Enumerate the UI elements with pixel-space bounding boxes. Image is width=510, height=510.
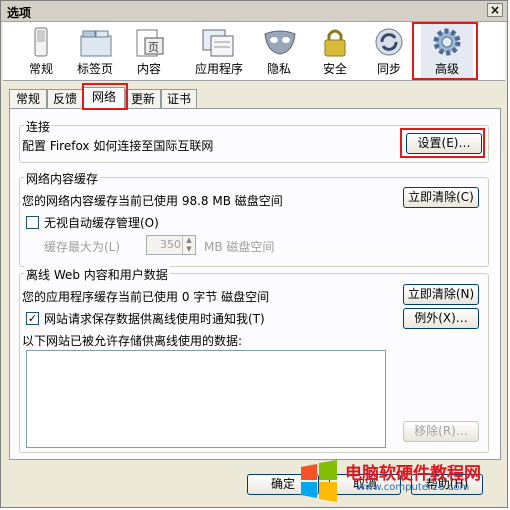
tab-general[interactable]: 常规 xyxy=(9,89,47,109)
cache-title: 网络内容缓存 xyxy=(24,170,101,187)
offline-sites-list[interactable] xyxy=(26,350,386,448)
network-panel: 连接 配置 Firefox 如何连接至国际互联网 设置(E)… 网络内容缓存 您… xyxy=(9,108,501,460)
title-bar: 选项 × xyxy=(1,1,507,22)
connection-desc: 配置 Firefox 如何连接至国际互联网 xyxy=(22,139,214,153)
override-cache-label: 无视自动缓存管理(O) xyxy=(44,216,159,230)
switch-icon xyxy=(34,27,48,57)
preferences-toolbar: 常规 标签页 页 内容 应用程序 隐私 安全 同步 高级 xyxy=(3,22,505,81)
offline-list-label: 以下网站已被允许存储供离线使用的数据: xyxy=(22,334,243,348)
svg-text:页: 页 xyxy=(148,41,159,54)
watermark-title: 电脑软硬件教程网 xyxy=(345,464,481,484)
cache-limit-unit: MB 磁盘空间 xyxy=(204,240,275,254)
toolbar-privacy-label: 隐私 xyxy=(266,62,291,76)
toolbar-security-label: 安全 xyxy=(322,62,347,76)
override-cache-checkbox[interactable] xyxy=(26,216,39,229)
highlight-advanced xyxy=(412,22,478,80)
offline-group: 离线 Web 内容和用户数据 您的应用程序缓存当前已使用 0 字节 磁盘空间 立… xyxy=(19,266,489,453)
cache-clear-button[interactable]: 立即清除(C) xyxy=(403,187,479,208)
mask-icon xyxy=(264,30,296,55)
cache-usage: 您的网络内容缓存当前已使用 98.8 MB 磁盘空间 xyxy=(22,194,283,208)
toolbar-privacy[interactable]: 隐私 xyxy=(253,22,305,80)
toolbar-content[interactable]: 页 内容 xyxy=(123,22,175,80)
watermark: 电脑软硬件教程网 www.computer26.com xyxy=(297,457,507,505)
toolbar-general[interactable]: 常规 xyxy=(15,22,67,80)
toolbar-security[interactable]: 安全 xyxy=(309,22,361,80)
offline-title: 离线 Web 内容和用户数据 xyxy=(24,266,170,283)
offline-clear-button[interactable]: 立即清除(N) xyxy=(403,284,479,305)
cache-limit-label: 缓存最大为(L) xyxy=(44,240,121,254)
lock-icon xyxy=(324,29,346,57)
tab-certificates[interactable]: 证书 xyxy=(161,89,197,109)
toolbar-tabs-label: 标签页 xyxy=(76,62,113,76)
tab-update[interactable]: 更新 xyxy=(125,89,161,109)
watermark-url: www.computer26.com xyxy=(357,482,470,493)
tabs-icon xyxy=(80,30,112,57)
cache-limit-spinner[interactable]: 350 ▲ ▼ xyxy=(146,235,196,255)
toolbar-content-label: 内容 xyxy=(136,62,161,76)
toolbar-tabs[interactable]: 标签页 xyxy=(69,22,121,80)
tab-feedback[interactable]: 反馈 xyxy=(47,89,83,109)
highlight-settings xyxy=(400,128,485,158)
sync-icon xyxy=(375,28,403,56)
applications-icon xyxy=(202,29,234,57)
options-window: 选项 × 常规 标签页 页 内容 应用程序 隐私 安全 同步 高级 常规 反馈 … xyxy=(0,0,508,508)
cache-limit-value: 350 xyxy=(160,238,181,251)
toolbar-applications-label: 应用程序 xyxy=(194,62,243,76)
connection-group: 连接 配置 Firefox 如何连接至国际互联网 设置(E)… xyxy=(19,118,489,163)
notify-offline-checkbox[interactable]: ✓ xyxy=(26,312,39,325)
window-title: 选项 xyxy=(7,6,32,20)
toolbar-sync[interactable]: 同步 xyxy=(363,22,415,80)
cache-group: 网络内容缓存 您的网络内容缓存当前已使用 98.8 MB 磁盘空间 立即清除(C… xyxy=(19,170,489,267)
spinner-arrows-icon[interactable]: ▲ ▼ xyxy=(182,236,195,254)
exceptions-button[interactable]: 例外(X)… xyxy=(403,308,479,329)
toolbar-sync-label: 同步 xyxy=(376,62,401,76)
offline-usage: 您的应用程序缓存当前已使用 0 字节 磁盘空间 xyxy=(22,290,270,304)
toolbar-applications[interactable]: 应用程序 xyxy=(187,22,251,80)
notify-offline-label: 网站请求保存数据供离线使用时通知我(T) xyxy=(44,312,265,326)
connection-title: 连接 xyxy=(24,118,53,135)
remove-button[interactable]: 移除(R)… xyxy=(403,421,479,442)
windows-logo-icon xyxy=(301,460,337,502)
page-icon: 页 xyxy=(136,29,164,57)
toolbar-general-label: 常规 xyxy=(28,62,53,76)
highlight-network-tab xyxy=(82,83,128,110)
close-button[interactable]: × xyxy=(487,3,503,17)
